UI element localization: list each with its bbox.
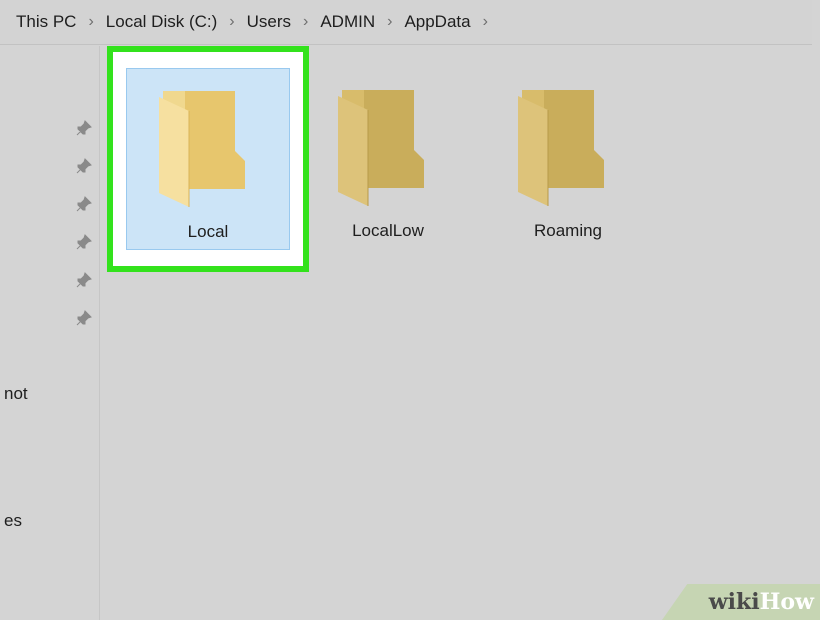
navigation-pane[interactable]: not es — [0, 46, 100, 620]
chevron-right-icon[interactable]: › — [483, 13, 488, 31]
nav-item-partial[interactable]: not — [4, 384, 28, 404]
breadcrumb-appdata[interactable]: AppData — [404, 12, 470, 32]
chevron-right-icon[interactable]: › — [88, 13, 93, 31]
breadcrumb-users[interactable]: Users — [247, 12, 291, 32]
chevron-right-icon[interactable]: › — [387, 13, 392, 31]
folder-label: LocalLow — [352, 221, 424, 240]
breadcrumb-this-pc[interactable]: This PC — [16, 12, 76, 32]
pin-icon[interactable] — [76, 120, 92, 136]
watermark-text: wiki — [708, 589, 760, 615]
breadcrumb-admin[interactable]: ADMIN — [320, 12, 375, 32]
chevron-right-icon[interactable]: › — [229, 13, 234, 31]
pin-icon[interactable] — [76, 234, 92, 250]
folder-icon — [159, 91, 245, 207]
watermark-text: How — [759, 589, 814, 615]
address-bar[interactable]: This PC › Local Disk (C:) › Users › ADMI… — [0, 0, 812, 45]
watermark-logo: wiki How — [662, 584, 820, 620]
pin-icon[interactable] — [76, 272, 92, 288]
folder-item-roaming[interactable]: Roaming — [486, 68, 650, 250]
folder-item-local[interactable]: Local — [126, 68, 290, 250]
pin-icon[interactable] — [76, 196, 92, 212]
folder-icon — [338, 90, 424, 206]
folder-label: Local — [187, 222, 229, 241]
chevron-right-icon[interactable]: › — [303, 13, 308, 31]
nav-item-partial[interactable]: es — [4, 511, 22, 531]
folder-item-locallow[interactable]: LocalLow — [306, 68, 470, 250]
pin-icon[interactable] — [76, 158, 92, 174]
pin-icon[interactable] — [76, 310, 92, 326]
folder-icon — [518, 90, 604, 206]
folder-label: Roaming — [533, 221, 603, 240]
breadcrumb-local-disk[interactable]: Local Disk (C:) — [106, 12, 217, 32]
